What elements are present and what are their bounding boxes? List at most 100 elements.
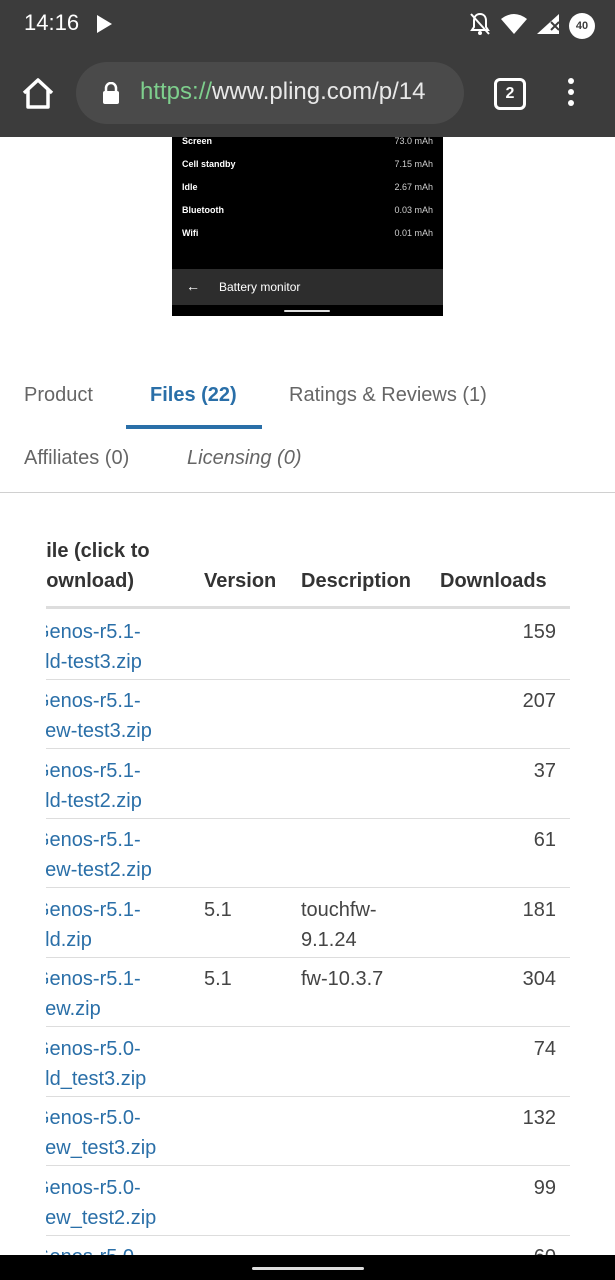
file-link[interactable]: Genos-r5.1- new.zip bbox=[46, 964, 174, 1024]
url-host: www.pling.com/p/14 bbox=[212, 78, 426, 105]
file-name-line2: new-test3.zip bbox=[46, 720, 152, 742]
file-name-line1: Genos-r5.0- bbox=[46, 1242, 174, 1255]
file-name-line1: Genos-r5.0- bbox=[46, 1107, 141, 1129]
file-link[interactable]: Genos-r5.1- new-test2.zip bbox=[46, 825, 174, 885]
play-icon bbox=[96, 15, 112, 37]
product-screenshot[interactable]: Screen 73.0 mAh Cell standby 7.15 mAh Id… bbox=[172, 137, 443, 316]
header-description[interactable]: Description bbox=[301, 566, 411, 596]
file-name-line2: new-test2.zip bbox=[46, 859, 152, 881]
product-tabs: Product Files (22) Ratings & Reviews (1)… bbox=[0, 360, 615, 493]
tab-switcher-button[interactable]: 2 bbox=[494, 78, 526, 110]
header-file[interactable]: File (click to download) bbox=[46, 536, 150, 596]
downloads-cell: 181 bbox=[522, 899, 556, 921]
system-nav-bar bbox=[0, 1255, 615, 1280]
description-cell: touchfw- 9.1.24 bbox=[301, 895, 421, 955]
lock-icon bbox=[103, 82, 119, 104]
description-line1: fw-10.3.7 bbox=[301, 968, 384, 990]
file-name-line2: new.zip bbox=[46, 998, 101, 1020]
file-name-line2: old.zip bbox=[46, 929, 92, 951]
file-name-line2: old_test3.zip bbox=[46, 1068, 147, 1090]
files-table: File (click to download) Version Descrip… bbox=[46, 530, 570, 1255]
home-icon bbox=[22, 78, 54, 109]
table-row: Genos-r5.1- old.zip 5.1 touchfw- 9.1.24 18… bbox=[46, 888, 570, 958]
tab-product[interactable]: Product bbox=[24, 384, 93, 407]
preview-app-bar: ← Battery monitor bbox=[172, 269, 443, 305]
file-name-line2: old-test3.zip bbox=[46, 651, 142, 673]
table-row: Genos-r5.1- old-test3.zip 159 bbox=[46, 610, 570, 680]
file-link[interactable]: Genos-r5.0- new_test2.zip bbox=[46, 1173, 174, 1233]
file-link[interactable]: Genos-r5.0- bbox=[46, 1242, 174, 1255]
active-tab-indicator bbox=[126, 425, 262, 429]
preview-row: Idle 2.67 mAh bbox=[182, 182, 433, 202]
downloads-cell: 37 bbox=[533, 760, 556, 782]
file-link[interactable]: Genos-r5.0- old_test3.zip bbox=[46, 1034, 174, 1094]
status-bar: 14:16 40 bbox=[0, 0, 615, 50]
version-cell: 5.1 bbox=[204, 968, 232, 990]
more-menu-icon[interactable] bbox=[562, 78, 580, 110]
browser-toolbar: https://www.pling.com/p/14 2 bbox=[0, 50, 615, 137]
downloads-cell: 74 bbox=[533, 1038, 556, 1060]
downloads-cell: 159 bbox=[522, 621, 556, 643]
file-name-line2: old-test2.zip bbox=[46, 790, 142, 812]
preview-row: Screen 73.0 mAh bbox=[182, 137, 433, 156]
description-cell: fw-10.3.7 bbox=[301, 964, 421, 994]
file-name-line1: Genos-r5.1- bbox=[46, 968, 141, 990]
downloads-cell: 132 bbox=[522, 1107, 556, 1129]
header-version[interactable]: Version bbox=[204, 566, 276, 596]
table-row: Genos-r5.1- new-test2.zip 61 bbox=[46, 818, 570, 888]
table-header: File (click to download) Version Descrip… bbox=[46, 530, 570, 609]
downloads-cell: 207 bbox=[522, 690, 556, 712]
file-link[interactable]: Genos-r5.0- new_test3.zip bbox=[46, 1103, 174, 1163]
tab-licensing[interactable]: Licensing (0) bbox=[187, 447, 302, 470]
header-file-line1: File (click to bbox=[46, 540, 150, 562]
status-icons: 40 bbox=[469, 12, 595, 40]
file-link[interactable]: Genos-r5.1- old.zip bbox=[46, 895, 174, 955]
tab-affiliates[interactable]: Affiliates (0) bbox=[24, 447, 129, 470]
table-row: Genos-r5.0- old_test3.zip 74 bbox=[46, 1027, 570, 1097]
url-bar[interactable]: https://www.pling.com/p/14 bbox=[76, 62, 464, 124]
file-name-line2: new_test3.zip bbox=[46, 1137, 157, 1159]
description-line2: 9.1.24 bbox=[301, 929, 357, 951]
preview-row-name: Cell standby bbox=[182, 159, 236, 169]
table-row: Genos-r5.0- 60 bbox=[46, 1235, 570, 1255]
notifications-off-icon bbox=[469, 12, 491, 40]
tab-files[interactable]: Files (22) bbox=[150, 384, 237, 407]
file-name-line1: Genos-r5.1- bbox=[46, 829, 141, 851]
url-text[interactable]: https://www.pling.com/p/14 bbox=[140, 78, 425, 106]
file-name-line1: Genos-r5.1- bbox=[46, 760, 141, 782]
downloads-cell: 99 bbox=[533, 1177, 556, 1199]
preview-row-name: Wifi bbox=[182, 228, 199, 238]
table-row: Genos-r5.1- new-test3.zip 207 bbox=[46, 679, 570, 749]
table-row: Genos-r5.1- old-test2.zip 37 bbox=[46, 749, 570, 819]
preview-row: Bluetooth 0.03 mAh bbox=[182, 205, 433, 225]
table-row: Genos-r5.0- new_test3.zip 132 bbox=[46, 1096, 570, 1166]
preview-nav-handle bbox=[284, 310, 330, 312]
home-button[interactable] bbox=[18, 74, 58, 114]
file-link[interactable]: Genos-r5.1- old-test3.zip bbox=[46, 617, 174, 677]
file-link[interactable]: Genos-r5.1- new-test3.zip bbox=[46, 686, 174, 746]
preview-row-value: 2.67 mAh bbox=[394, 182, 433, 192]
table-row: Genos-r5.0- new_test2.zip 99 bbox=[46, 1166, 570, 1236]
preview-row: Cell standby 7.15 mAh bbox=[182, 159, 433, 179]
header-downloads[interactable]: Downloads bbox=[440, 566, 547, 596]
preview-row-name: Bluetooth bbox=[182, 205, 224, 215]
file-name-line1: Genos-r5.0- bbox=[46, 1177, 141, 1199]
signal-icon bbox=[537, 14, 560, 38]
preview-row-value: 0.03 mAh bbox=[394, 205, 433, 215]
downloads-cell: 61 bbox=[533, 829, 556, 851]
file-link[interactable]: Genos-r5.1- old-test2.zip bbox=[46, 756, 174, 816]
preview-row-name: Idle bbox=[182, 182, 198, 192]
description-line1: touchfw- bbox=[301, 899, 377, 921]
preview-row-value: 7.15 mAh bbox=[394, 159, 433, 169]
wifi-icon bbox=[501, 14, 527, 38]
tab-ratings-reviews[interactable]: Ratings & Reviews (1) bbox=[289, 384, 487, 407]
preview-row: Wifi 0.01 mAh bbox=[182, 228, 433, 248]
file-name-line1: Genos-r5.1- bbox=[46, 690, 141, 712]
downloads-cell: 60 bbox=[534, 1242, 556, 1255]
file-name-line2: new_test2.zip bbox=[46, 1207, 157, 1229]
header-file-line2: download) bbox=[46, 570, 134, 592]
file-name-line1: Genos-r5.1- bbox=[46, 899, 141, 921]
home-gesture-handle[interactable] bbox=[252, 1267, 364, 1270]
table-row: Genos-r5.1- new.zip 5.1 fw-10.3.7 304 bbox=[46, 957, 570, 1027]
preview-row-value: 73.0 mAh bbox=[394, 137, 433, 146]
